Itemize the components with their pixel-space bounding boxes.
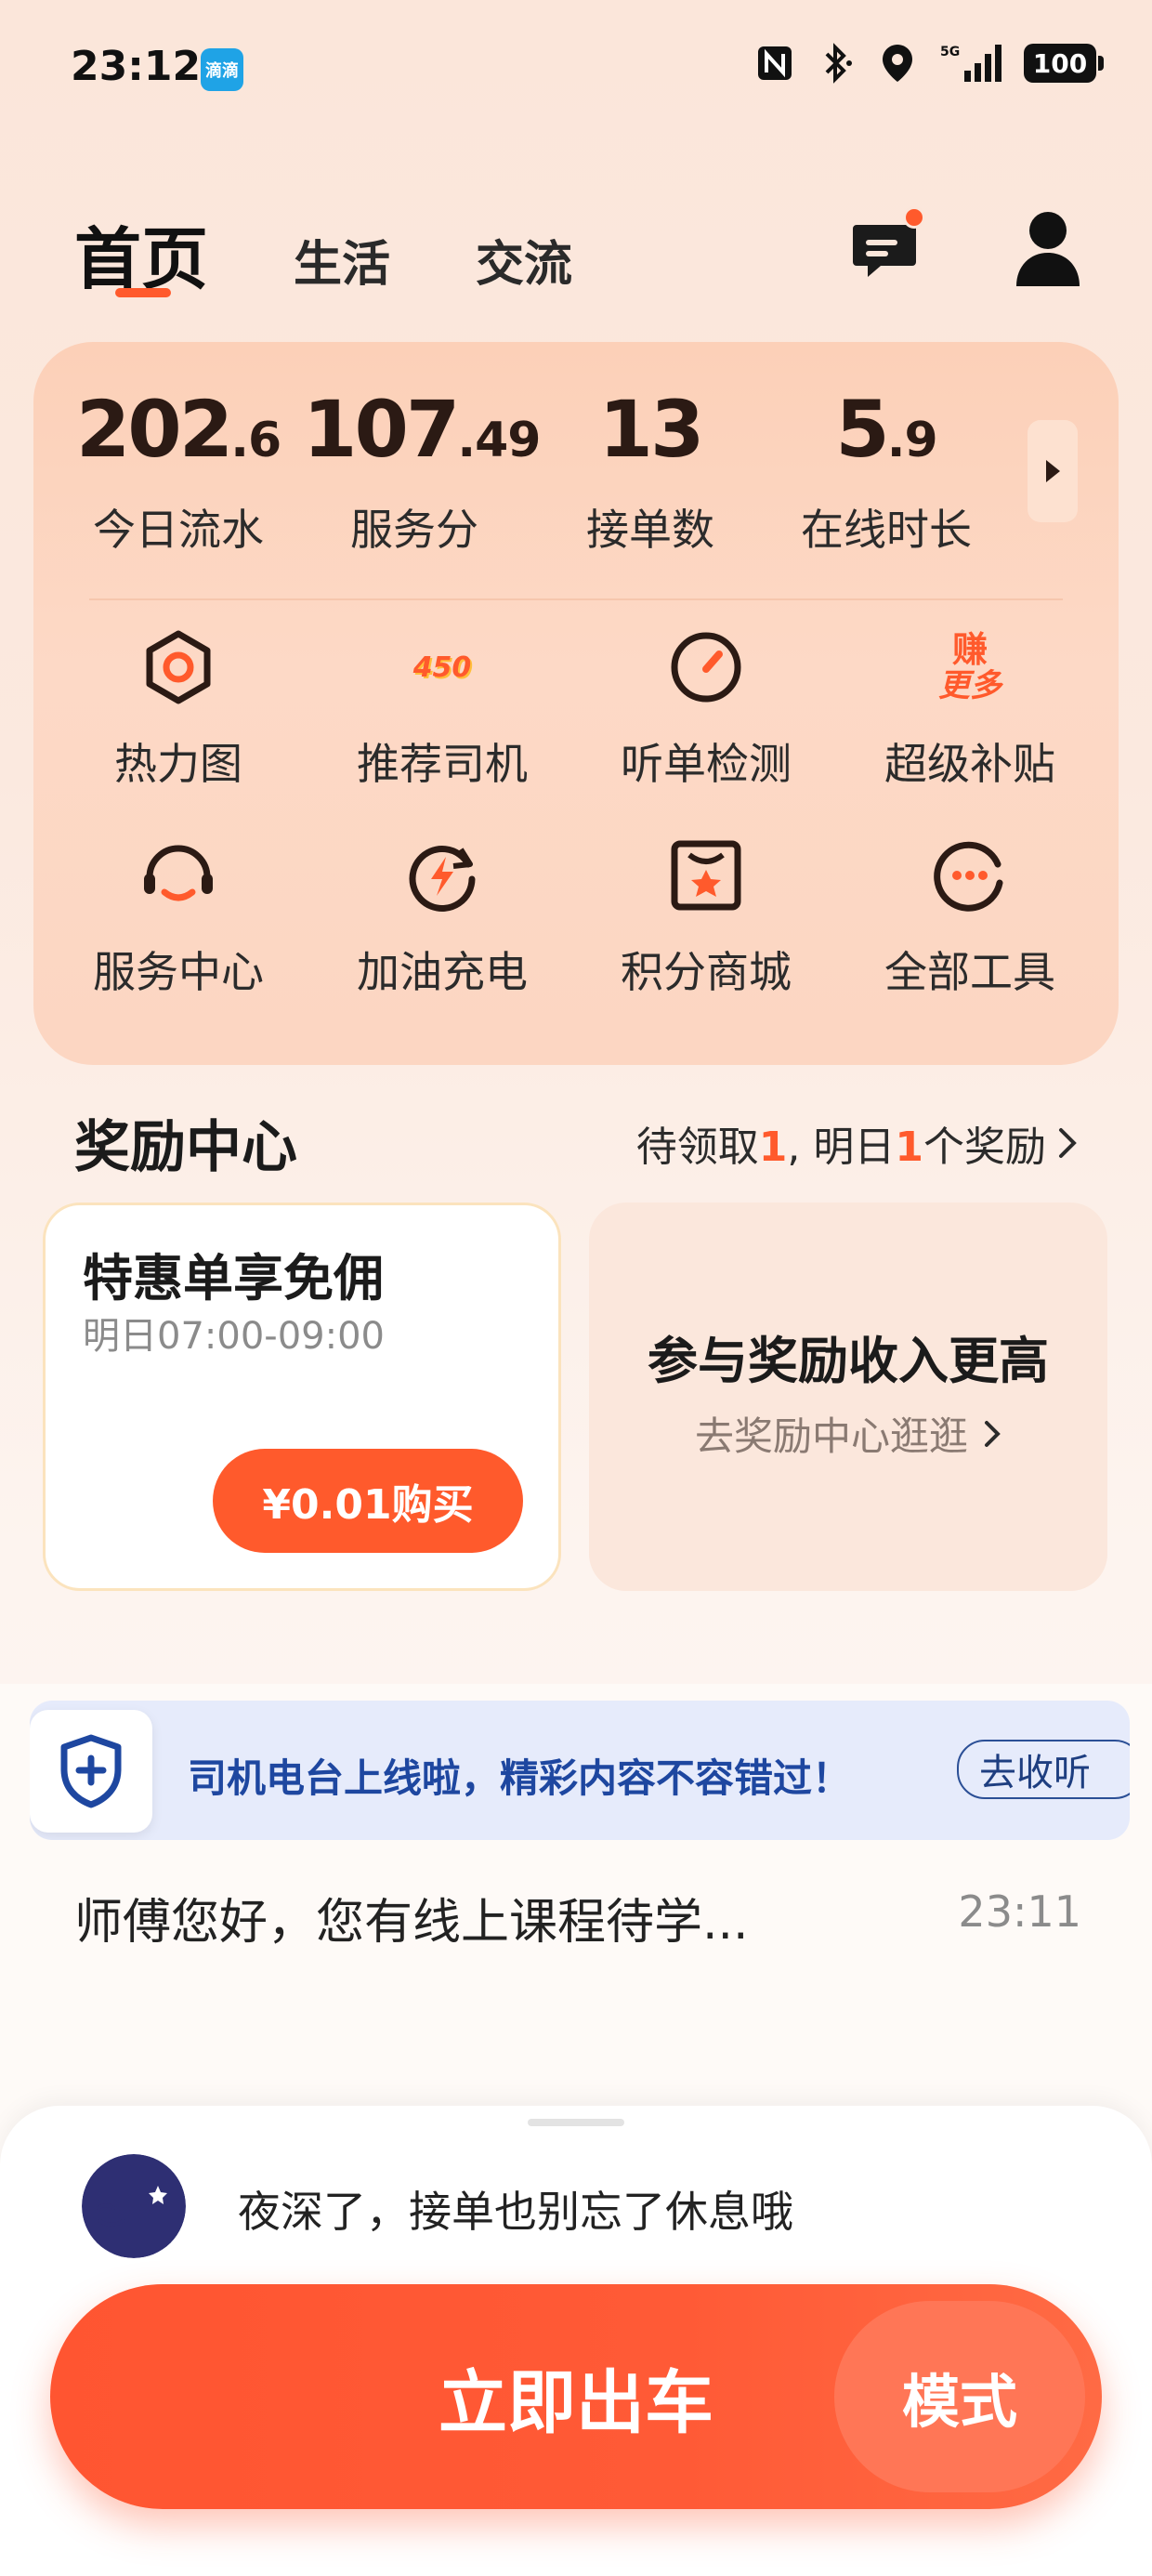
tab-life[interactable]: 生活	[294, 225, 390, 295]
reward-center-link[interactable]: 待领取1, 明日1个奖励	[636, 1113, 1078, 1173]
reward-card-link: 去奖励中心逛逛	[589, 1405, 1107, 1462]
tab-active-indicator	[115, 288, 171, 297]
reward-card-time: 明日07:00-09:00	[83, 1315, 385, 1358]
reward-card-commission-free[interactable]: 特惠单享免佣 明日07:00-09:00 ¥0.01购买	[43, 1203, 561, 1591]
stat-service-score[interactable]: 107.49 服务分	[303, 383, 541, 558]
stat-label: 在线时长	[801, 505, 972, 555]
bottom-sheet: 夜深了，接单也别忘了休息哦 立即出车 模式	[0, 2106, 1152, 2576]
app-icon-label: 滴滴	[205, 61, 239, 81]
listen-button[interactable]: 去收听	[957, 1740, 1130, 1799]
stat-value: 13	[598, 384, 705, 475]
buy-button[interactable]: ¥0.01购买	[213, 1449, 523, 1553]
recommend-driver-icon: 450	[396, 621, 489, 714]
drag-handle[interactable]	[528, 2119, 624, 2126]
reward-card-title: 参与奖励收入更高	[648, 1332, 1049, 1390]
tool-recommend-driver[interactable]: 450 推荐司机	[331, 621, 554, 792]
profile-button[interactable]	[1013, 208, 1083, 286]
status-bar: 23:12 滴滴 5G 100	[0, 0, 1152, 139]
points-mall-icon	[660, 829, 753, 922]
tool-label: 全部工具	[884, 947, 1055, 997]
start-driving-button[interactable]: 立即出车 模式	[50, 2284, 1102, 2509]
tool-label: 加油充电	[357, 947, 528, 997]
stat-value: 107.49	[303, 384, 541, 475]
reward-card-explore[interactable]: 参与奖励收入更高 去奖励中心逛逛	[589, 1203, 1107, 1591]
driver-radio-banner[interactable]: 司机电台上线啦，精彩内容不容错过！ 去收听	[30, 1701, 1130, 1840]
battery-level: 100	[1032, 47, 1088, 79]
mode-button[interactable]: 模式	[834, 2301, 1085, 2492]
unread-dot	[903, 206, 925, 229]
badge-text: 450	[412, 651, 472, 684]
status-time: 23:12	[71, 43, 202, 90]
banner-text: 司机电台上线啦，精彩内容不容错过！	[188, 1755, 852, 1801]
divider	[89, 598, 1063, 600]
reward-card-link-text: 去奖励中心逛逛	[694, 1413, 968, 1459]
stat-label: 接单数	[586, 505, 714, 555]
battery-icon: 100	[1024, 44, 1104, 83]
fuel-charge-icon	[396, 829, 489, 922]
tool-service-center[interactable]: 服务中心	[67, 829, 290, 1000]
chevron-right-icon	[1059, 1128, 1077, 1158]
super-subsidy-icon: 赚 更多	[923, 621, 1016, 714]
stat-today-income[interactable]: 202.6 今日流水	[67, 383, 290, 558]
stat-value: 5.9	[835, 384, 937, 475]
tool-all-tools[interactable]: 全部工具	[858, 829, 1081, 1000]
nfc-icon	[754, 43, 795, 84]
top-nav: 首页 生活 交流	[0, 186, 1152, 307]
tool-label: 超级补贴	[884, 739, 1055, 789]
caret-right-icon	[1046, 460, 1060, 482]
stat-label: 服务分	[350, 505, 478, 555]
service-center-icon	[132, 829, 225, 922]
heatmap-icon	[132, 621, 225, 714]
signal-5g-icon: 5G	[938, 43, 1003, 84]
stats-more-button[interactable]	[1028, 420, 1078, 522]
location-icon	[877, 43, 918, 84]
chevron-right-icon	[985, 1420, 1001, 1447]
stats-row: 202.6 今日流水 107.49 服务分 13 接单数 5.9 在线时长	[33, 342, 1119, 598]
tool-label: 服务中心	[93, 947, 264, 997]
notice-time: 23:11	[958, 1886, 1081, 1937]
user-icon	[1016, 212, 1080, 286]
tool-fuel-charge[interactable]: 加油充电	[331, 829, 554, 1000]
all-tools-icon	[923, 829, 1016, 922]
tool-order-check[interactable]: 听单检测	[595, 621, 818, 792]
shield-plus-icon	[30, 1710, 152, 1833]
tool-label: 积分商城	[621, 947, 792, 997]
status-icons: 5G 100	[754, 43, 1104, 84]
tool-heatmap[interactable]: 热力图	[67, 621, 290, 792]
tool-super-subsidy[interactable]: 赚 更多 超级补贴	[858, 621, 1081, 792]
tab-communication[interactable]: 交流	[476, 225, 572, 295]
stat-value: 202.6	[75, 384, 281, 475]
course-notice[interactable]: 师傅您好，您有线上课程待学...	[74, 1883, 749, 1952]
order-check-icon	[660, 621, 753, 714]
badge-line1: 赚	[951, 629, 988, 670]
rest-reminder: 夜深了，接单也别忘了休息哦	[238, 2187, 793, 2237]
reward-link-text: 待领取1, 明日1个奖励	[635, 1124, 1046, 1171]
app-notification-icon: 滴滴	[201, 48, 243, 91]
badge-line2: 更多	[938, 667, 1001, 704]
message-button[interactable]	[849, 206, 925, 284]
reward-center-title: 奖励中心	[74, 1115, 297, 1180]
stat-order-count[interactable]: 13 接单数	[539, 383, 762, 558]
tool-points-mall[interactable]: 积分商城	[595, 829, 818, 1000]
tool-label: 推荐司机	[357, 739, 528, 789]
moon-icon	[82, 2154, 186, 2258]
svg-text:5G: 5G	[940, 45, 960, 59]
tool-label: 听单检测	[621, 739, 792, 789]
stat-label: 今日流水	[93, 505, 264, 555]
stat-online-hours[interactable]: 5.9 在线时长	[775, 383, 998, 558]
dashboard-card: 202.6 今日流水 107.49 服务分 13 接单数 5.9 在线时长 热力…	[33, 342, 1119, 1065]
reward-card-title: 特惠单享免佣	[83, 1249, 384, 1308]
bluetooth-icon	[816, 43, 857, 84]
tool-label: 热力图	[114, 739, 242, 789]
